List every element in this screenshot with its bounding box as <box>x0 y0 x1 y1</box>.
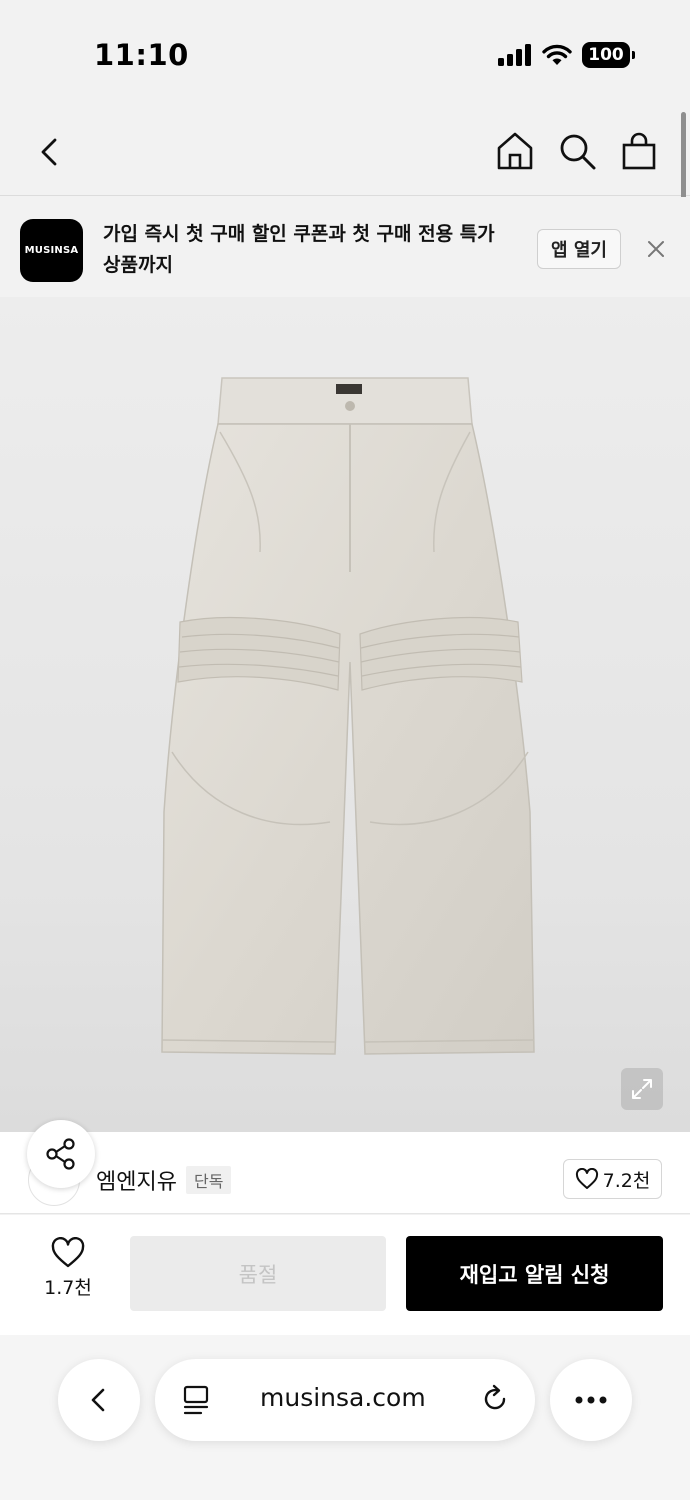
battery-icon: 100 <box>582 42 635 68</box>
status-icons: 100 <box>498 42 635 68</box>
chevron-left-icon[interactable] <box>30 132 70 172</box>
share-icon <box>46 1138 75 1170</box>
shopping-bag-icon[interactable] <box>618 130 660 172</box>
banner-message: 가입 즉시 첫 구매 할인 쿠폰과 첫 구매 전용 특가 상품까지 <box>103 223 495 276</box>
open-app-button[interactable]: 앱 열기 <box>537 229 621 269</box>
wishlist-count: 1.7천 <box>44 1277 92 1299</box>
reload-icon[interactable] <box>477 1381 513 1417</box>
cellular-signal-icon <box>498 44 531 66</box>
restock-alert-button[interactable]: 재입고 알림 신청 <box>406 1236 663 1311</box>
scrollbar[interactable] <box>681 112 686 204</box>
wifi-icon <box>542 44 572 65</box>
search-icon[interactable] <box>556 130 598 172</box>
more-icon <box>575 1396 607 1404</box>
purchase-action-bar: 1.7천 품절 재입고 알림 신청 <box>0 1215 690 1335</box>
musinsa-logo: MUSINSA <box>20 219 83 282</box>
brand-info-bar: 엠엔지유 단독 7.2천 <box>0 1120 690 1214</box>
heart-icon <box>575 1168 598 1189</box>
battery-level: 100 <box>588 45 624 65</box>
browser-back-button[interactable] <box>58 1359 140 1441</box>
expand-image-button[interactable] <box>621 1068 663 1110</box>
wishlist-button[interactable]: 1.7천 <box>30 1237 106 1309</box>
expand-icon <box>632 1079 652 1099</box>
brand-like-button[interactable]: 7.2천 <box>563 1159 662 1199</box>
heart-icon <box>51 1237 85 1268</box>
home-icon[interactable] <box>494 130 536 172</box>
back-icon <box>91 1388 105 1412</box>
url-text: musinsa.com <box>260 1383 426 1412</box>
share-button[interactable] <box>27 1120 95 1188</box>
brand-like-count: 7.2천 <box>602 1169 651 1192</box>
browser-toolbar: musinsa.com <box>0 1335 690 1500</box>
close-icon[interactable] <box>642 235 670 263</box>
product-image[interactable] <box>0 297 690 1132</box>
pants-photo <box>161 377 535 1055</box>
status-time: 11:10 <box>94 38 189 72</box>
reader-icon[interactable] <box>179 1383 213 1417</box>
address-bar[interactable]: musinsa.com <box>155 1359 535 1441</box>
app-install-banner: MUSINSA 가입 즉시 첫 구매 할인 쿠폰과 첫 구매 전용 특가 상품까… <box>0 197 690 297</box>
exclusive-badge: 단독 <box>186 1166 232 1194</box>
more-options-button[interactable] <box>550 1359 632 1441</box>
status-bar: 11:10 100 <box>0 0 690 110</box>
top-navigation <box>0 110 690 196</box>
brand-name[interactable]: 엠엔지유 <box>96 1164 177 1196</box>
soldout-button: 품절 <box>130 1236 386 1311</box>
